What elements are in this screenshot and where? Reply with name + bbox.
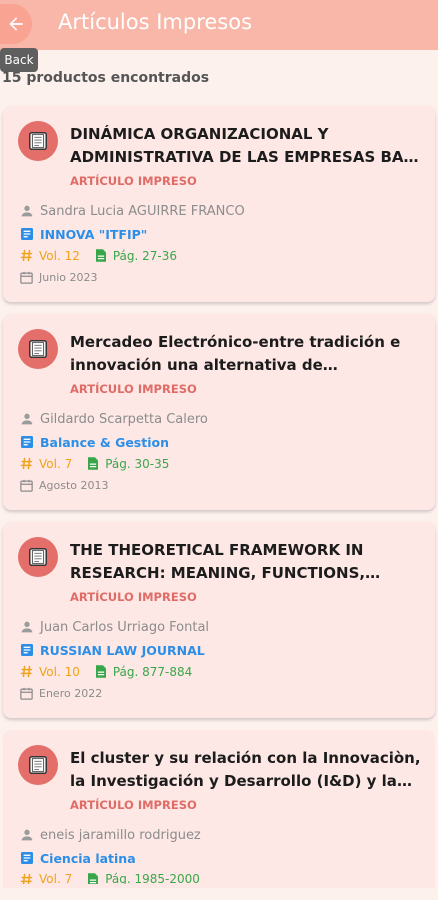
hash-icon: [20, 457, 33, 470]
document-icon: [18, 121, 58, 161]
back-tooltip: Back: [0, 48, 38, 72]
article-icon: [21, 436, 33, 448]
pages: Pág. 30-35: [105, 456, 170, 471]
file-icon: [95, 249, 106, 262]
publish-date: Junio 2023: [39, 271, 98, 284]
hash-icon: [20, 249, 33, 262]
article-title: DINÁMICA ORGANIZACIONAL Y ADMINISTRATIVA…: [70, 125, 422, 166]
article-type: ARTÍCULO IMPRESO: [70, 174, 197, 188]
author-name: Gildardo Scarpetta Calero: [40, 411, 208, 427]
file-icon: [95, 665, 106, 678]
volume-row: Vol. 12 Pág. 27-36: [19, 248, 177, 263]
article-card[interactable]: Mercadeo Electrónico-entre tradición e i…: [3, 314, 435, 510]
pages: Pág. 27-36: [112, 248, 178, 263]
article-title: El cluster y su relación con la Innovaci…: [70, 749, 421, 790]
article-title: Mercadeo Electrónico-entre tradición e i…: [70, 333, 401, 374]
article-card[interactable]: THE THEORETICAL FRAMEWORK IN RESEARCH: M…: [3, 522, 435, 718]
volume: Vol. 10: [39, 664, 80, 679]
journal-row: Balance & Gestion: [19, 434, 169, 450]
page-title: Artículos Impresos: [58, 10, 253, 34]
author-name: Juan Carlos Urriago Fontal: [40, 619, 210, 635]
author-name: Sandra Lucia AGUIRRE FRANCO: [40, 203, 245, 219]
author-row: eneis jaramillo rodriguez: [19, 827, 201, 843]
journal-name: RUSSIAN LAW JOURNAL: [40, 642, 205, 658]
hash-icon: [20, 873, 33, 884]
author-row: Gildardo Scarpetta Calero: [19, 411, 208, 427]
publish-date: Agosto 2013: [39, 479, 109, 492]
article-title: THE THEORETICAL FRAMEWORK IN RESEARCH: M…: [70, 541, 366, 582]
calendar-icon: [20, 479, 33, 492]
article-icon: [21, 644, 33, 656]
file-icon: [88, 873, 99, 884]
calendar-icon: [20, 271, 33, 284]
date-row: Enero 2022: [19, 686, 102, 701]
journal-row: INNOVA "ITFIP": [19, 226, 147, 242]
person-icon: [21, 413, 33, 425]
article-icon: [21, 852, 33, 864]
calendar-icon: [20, 687, 33, 700]
back-button[interactable]: [0, 4, 32, 44]
volume-row: Vol. 7 Pág. 30-35: [19, 456, 169, 471]
person-icon: [21, 205, 33, 217]
article-type: ARTÍCULO IMPRESO: [70, 590, 197, 604]
volume: Vol. 12: [39, 248, 80, 263]
date-row: Junio 2023: [19, 270, 97, 285]
document-icon: [18, 745, 58, 785]
volume-row: Vol. 10 Pág. 877-884: [19, 664, 192, 679]
date-row: Agosto 2013: [19, 478, 109, 493]
journal-row: RUSSIAN LAW JOURNAL: [19, 642, 205, 658]
document-icon: [18, 537, 58, 577]
journal-name: Balance & Gestion: [40, 434, 169, 450]
person-icon: [21, 829, 33, 841]
article-type: ARTÍCULO IMPRESO: [70, 382, 197, 396]
article-type: ARTÍCULO IMPRESO: [70, 798, 197, 812]
volume: Vol. 7: [39, 456, 73, 471]
article-card[interactable]: DINÁMICA ORGANIZACIONAL Y ADMINISTRATIVA…: [3, 106, 435, 302]
journal-name: Ciencia latina: [40, 850, 136, 866]
publish-date: Enero 2022: [39, 687, 103, 700]
results-count: 15 productos encontrados: [2, 70, 210, 86]
volume-row: Vol. 7 Pág. 1985-2000: [19, 872, 200, 884]
author-row: Sandra Lucia AGUIRRE FRANCO: [19, 203, 245, 219]
author-row: Juan Carlos Urriago Fontal: [19, 619, 209, 635]
hash-icon: [20, 665, 33, 678]
arrow-left-icon: [9, 17, 23, 31]
pages: Pág. 1985-2000: [105, 872, 200, 884]
file-icon: [88, 457, 99, 470]
article-icon: [21, 228, 33, 240]
document-icon: [18, 329, 58, 369]
article-card[interactable]: El cluster y su relación con la Innovaci…: [3, 730, 435, 888]
volume: Vol. 7: [39, 872, 73, 884]
author-name: eneis jaramillo rodriguez: [40, 827, 201, 843]
pages: Pág. 877-884: [112, 664, 193, 679]
person-icon: [21, 621, 33, 633]
journal-row: Ciencia latina: [19, 850, 136, 866]
app-bar: Artículos Impresos: [0, 0, 438, 50]
journal-name: INNOVA "ITFIP": [40, 226, 148, 242]
